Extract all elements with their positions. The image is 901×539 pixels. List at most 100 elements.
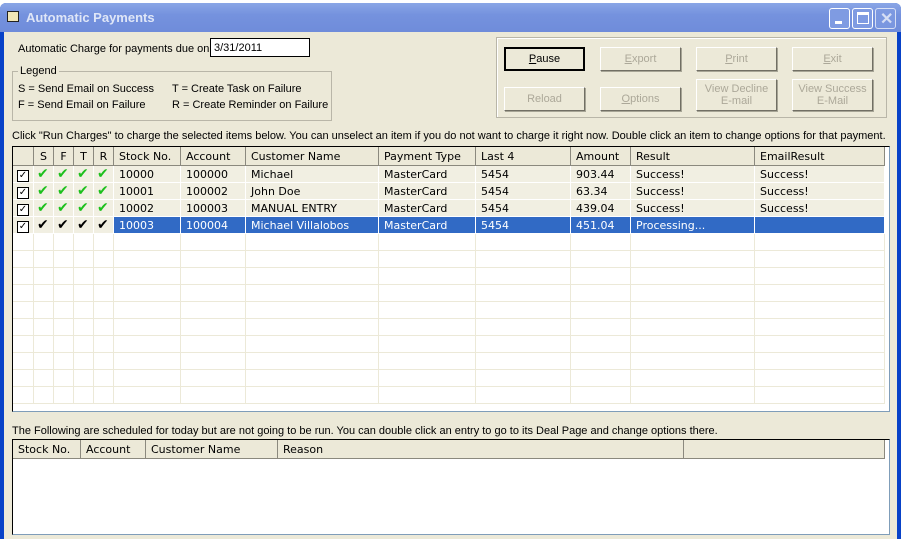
exit-button[interactable]: Exit bbox=[792, 47, 873, 71]
cell bbox=[246, 370, 379, 387]
due-date-input[interactable] bbox=[210, 38, 310, 57]
close-button[interactable]: ✕ bbox=[875, 8, 896, 29]
options-button[interactable]: Options bbox=[600, 87, 681, 111]
legend-item: R = Create Reminder on Failure bbox=[172, 99, 329, 111]
cell bbox=[54, 336, 74, 353]
column-header[interactable]: T bbox=[74, 147, 94, 166]
column-header[interactable]: Result bbox=[631, 147, 755, 166]
column-header[interactable]: Account bbox=[81, 440, 146, 459]
cell bbox=[379, 251, 476, 268]
cell bbox=[246, 251, 379, 268]
cell bbox=[74, 268, 94, 285]
cell bbox=[755, 285, 885, 302]
column-header[interactable] bbox=[684, 440, 885, 459]
view-decline-email-button[interactable]: View Decline E-mail bbox=[696, 79, 777, 111]
column-header[interactable]: Payment Type bbox=[379, 147, 476, 166]
column-header[interactable]: Stock No. bbox=[114, 147, 181, 166]
cell bbox=[181, 370, 246, 387]
cell bbox=[13, 285, 34, 302]
cell: John Doe bbox=[246, 183, 379, 200]
cell bbox=[755, 353, 885, 370]
cell bbox=[34, 370, 54, 387]
cell bbox=[379, 285, 476, 302]
cell bbox=[571, 353, 631, 370]
cell: 63.34 bbox=[571, 183, 631, 200]
cell: ✓ bbox=[13, 166, 34, 183]
cell bbox=[13, 319, 34, 336]
cell bbox=[181, 251, 246, 268]
cell bbox=[571, 234, 631, 251]
table-row[interactable]: ✓ ✔ ✔ ✔ ✔ 10003 100004 Michael Villalobos Master… bbox=[13, 217, 885, 234]
cell bbox=[94, 319, 114, 336]
cell: ✔ bbox=[34, 200, 54, 217]
cell bbox=[13, 336, 34, 353]
maximize-button[interactable] bbox=[852, 8, 873, 29]
cell: ✔ bbox=[94, 217, 114, 234]
cell bbox=[13, 353, 34, 370]
cell bbox=[631, 353, 755, 370]
column-header[interactable]: EmailResult bbox=[755, 147, 885, 166]
column-header[interactable] bbox=[13, 147, 34, 166]
cell bbox=[631, 268, 755, 285]
cell bbox=[94, 268, 114, 285]
row-checkbox[interactable]: ✓ bbox=[17, 204, 29, 216]
cell bbox=[54, 319, 74, 336]
title-bar[interactable]: Automatic Payments ✕ bbox=[0, 3, 901, 32]
column-header[interactable]: F bbox=[54, 147, 74, 166]
table-row[interactable]: ✓ ✔ ✔ ✔ ✔ 10001 100002 John Doe MasterCard 5454 63… bbox=[13, 183, 885, 200]
skipped-table[interactable]: Stock No. Account Customer Name Reason bbox=[12, 439, 890, 535]
column-header[interactable]: Stock No. bbox=[13, 440, 81, 459]
cell bbox=[114, 319, 181, 336]
cell: ✔ bbox=[94, 183, 114, 200]
row-checkbox[interactable]: ✓ bbox=[17, 187, 29, 199]
column-header[interactable]: R bbox=[94, 147, 114, 166]
check-icon: ✔ bbox=[77, 166, 89, 182]
cell bbox=[631, 251, 755, 268]
table-row[interactable]: ✓ ✔ ✔ ✔ ✔ 10000 100000 Michael MasterCard 5454 903… bbox=[13, 166, 885, 183]
cell: MasterCard bbox=[379, 217, 476, 234]
cell bbox=[114, 234, 181, 251]
pause-button[interactable]: Pause bbox=[504, 47, 585, 71]
legend-box bbox=[12, 71, 332, 121]
cell bbox=[379, 387, 476, 404]
empty-row bbox=[13, 302, 885, 319]
check-icon: ✔ bbox=[97, 166, 109, 182]
table-row[interactable]: ✓ ✔ ✔ ✔ ✔ 10002 100003 MANUAL ENTRY MasterCard 54… bbox=[13, 200, 885, 217]
column-header[interactable]: Customer Name bbox=[146, 440, 278, 459]
column-header[interactable]: Customer Name bbox=[246, 147, 379, 166]
export-button[interactable]: Export bbox=[600, 47, 681, 71]
cell bbox=[755, 217, 885, 234]
charges-table[interactable]: S F T R Stock No. Account Customer Name Payment… bbox=[12, 146, 890, 412]
cell: Processing... bbox=[631, 217, 755, 234]
cell bbox=[74, 319, 94, 336]
cell bbox=[181, 336, 246, 353]
cell bbox=[94, 387, 114, 404]
cell: ✔ bbox=[74, 217, 94, 234]
cell: ✔ bbox=[54, 217, 74, 234]
view-success-email-button[interactable]: View Success E-Mail bbox=[792, 79, 873, 111]
reload-button[interactable]: Reload bbox=[504, 87, 585, 111]
cell bbox=[755, 268, 885, 285]
cell bbox=[476, 285, 571, 302]
column-header[interactable]: Amount bbox=[571, 147, 631, 166]
cell bbox=[755, 251, 885, 268]
column-header[interactable]: Account bbox=[181, 147, 246, 166]
empty-row bbox=[13, 251, 885, 268]
cell: 903.44 bbox=[571, 166, 631, 183]
row-checkbox[interactable]: ✓ bbox=[17, 221, 29, 233]
cell bbox=[74, 234, 94, 251]
cell bbox=[571, 319, 631, 336]
column-header[interactable]: Last 4 bbox=[476, 147, 571, 166]
column-header[interactable]: Reason bbox=[278, 440, 684, 459]
cell bbox=[13, 302, 34, 319]
cell bbox=[246, 353, 379, 370]
row-checkbox[interactable]: ✓ bbox=[17, 170, 29, 182]
folder-icon bbox=[7, 11, 19, 22]
minimize-button[interactable] bbox=[829, 8, 850, 29]
check-icon: ✔ bbox=[77, 200, 89, 216]
cell bbox=[13, 387, 34, 404]
print-button[interactable]: Print bbox=[696, 47, 777, 71]
column-header[interactable]: S bbox=[34, 147, 54, 166]
cell: ✔ bbox=[54, 166, 74, 183]
cell bbox=[74, 285, 94, 302]
